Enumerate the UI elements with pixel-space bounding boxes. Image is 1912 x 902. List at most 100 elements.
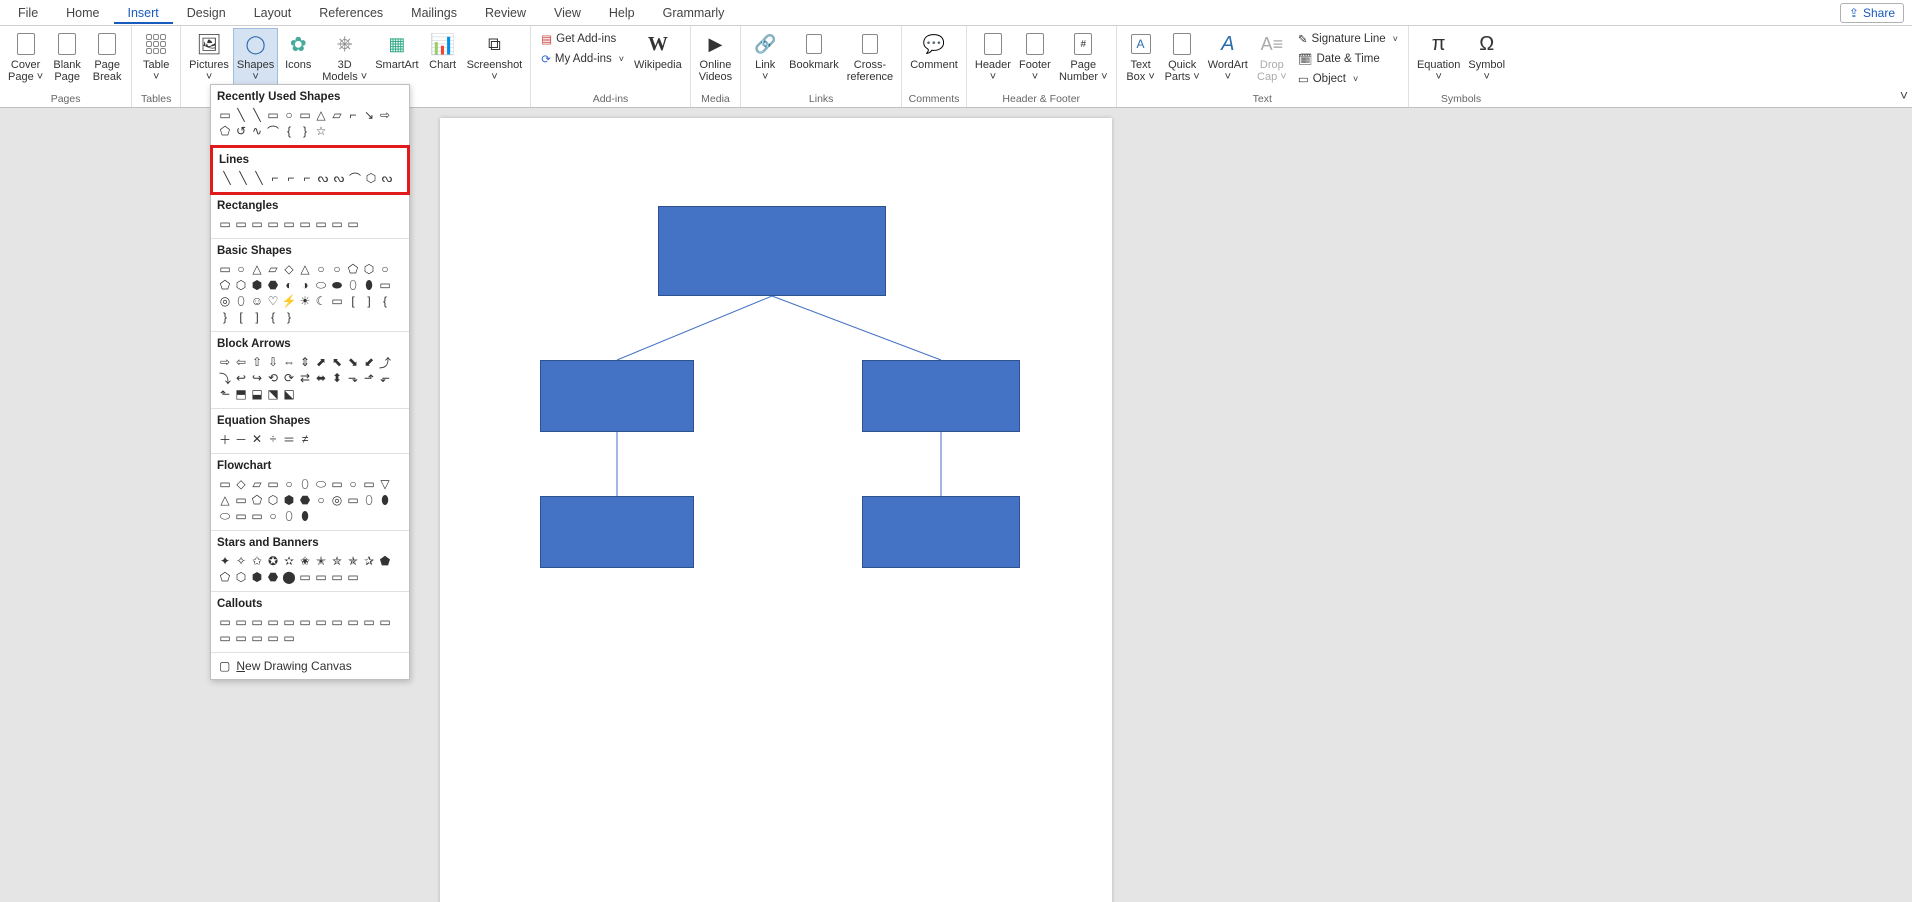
new-drawing-canvas-button[interactable]: ▢ New Drawing Canvas: [211, 653, 409, 679]
shape-option[interactable]: ▭: [233, 492, 249, 508]
shape-option[interactable]: ⬐: [377, 370, 393, 386]
shape-option[interactable]: ▭: [345, 614, 361, 630]
shape-option[interactable]: ⇧: [249, 354, 265, 370]
shape-option[interactable]: ☾: [313, 293, 329, 309]
drop-cap-button[interactable]: A≡Drop Cap ˅: [1252, 28, 1292, 85]
shape-option[interactable]: ⬠: [217, 277, 233, 293]
shape-rectangle[interactable]: [862, 360, 1020, 432]
tab-layout[interactable]: Layout: [240, 2, 306, 24]
shape-option[interactable]: ▱: [265, 261, 281, 277]
shape-option[interactable]: ⬔: [265, 386, 281, 402]
shape-option[interactable]: ⬮: [377, 492, 393, 508]
shape-option[interactable]: ▭: [233, 508, 249, 524]
shape-option[interactable]: ♡: [265, 293, 281, 309]
shape-option[interactable]: ⬤: [281, 569, 297, 585]
tab-grammarly[interactable]: Grammarly: [649, 2, 739, 24]
shape-option[interactable]: ⬕: [281, 386, 297, 402]
shape-option[interactable]: ⬭: [313, 476, 329, 492]
share-button[interactable]: ⇪ Share: [1840, 3, 1904, 23]
tab-view[interactable]: View: [540, 2, 595, 24]
shape-option[interactable]: ✫: [281, 553, 297, 569]
shape-option[interactable]: ]: [361, 293, 377, 309]
shape-option[interactable]: ▭: [281, 614, 297, 630]
shape-option[interactable]: ▽: [377, 476, 393, 492]
shape-option[interactable]: ▭: [265, 216, 281, 232]
shape-option[interactable]: ∿: [249, 123, 265, 139]
shape-option[interactable]: ▭: [281, 630, 297, 646]
shape-option[interactable]: ▭: [233, 216, 249, 232]
header-button[interactable]: Header ˅: [971, 28, 1015, 85]
shape-option[interactable]: ⬍: [329, 370, 345, 386]
tab-references[interactable]: References: [305, 2, 397, 24]
shape-option[interactable]: ⬈: [313, 354, 329, 370]
shape-option[interactable]: ⇔: [281, 354, 297, 370]
shape-option[interactable]: ▭: [313, 216, 329, 232]
shape-option[interactable]: ÷: [265, 431, 281, 447]
shape-rectangle[interactable]: [540, 496, 694, 568]
object-button[interactable]: ▭Object˅: [1292, 70, 1404, 88]
shape-option[interactable]: {: [377, 293, 393, 309]
shape-option[interactable]: ○: [345, 476, 361, 492]
comment-button[interactable]: 💬Comment: [906, 28, 962, 73]
shape-option[interactable]: ▭: [233, 630, 249, 646]
shape-option[interactable]: ⬢: [249, 277, 265, 293]
shape-option[interactable]: ▱: [249, 476, 265, 492]
shape-option[interactable]: ↩: [233, 370, 249, 386]
shape-option[interactable]: ᔓ: [379, 170, 395, 186]
shape-option[interactable]: ▭: [217, 107, 233, 123]
shape-option[interactable]: ▭: [249, 508, 265, 524]
page-canvas[interactable]: [440, 118, 1112, 902]
shape-option[interactable]: ⤵: [217, 370, 233, 386]
my-addins-button[interactable]: ⟳My Add-ins˅: [535, 50, 630, 68]
symbol-button[interactable]: ΩSymbol ˅: [1464, 28, 1509, 85]
shape-option[interactable]: ⬢: [249, 569, 265, 585]
shape-option[interactable]: ⌒: [265, 123, 281, 139]
shape-option[interactable]: ⇦: [233, 354, 249, 370]
shape-option[interactable]: ▭: [345, 216, 361, 232]
shape-option[interactable]: ⬣: [265, 277, 281, 293]
shape-option[interactable]: ▭: [217, 476, 233, 492]
shape-option[interactable]: ↘: [361, 107, 377, 123]
shape-option[interactable]: ⬏: [361, 370, 377, 386]
shape-option[interactable]: ⬠: [217, 569, 233, 585]
shape-option[interactable]: ╲: [219, 170, 235, 186]
shape-option[interactable]: ▭: [345, 569, 361, 585]
shape-option[interactable]: ▭: [361, 476, 377, 492]
shape-option[interactable]: ✭: [313, 553, 329, 569]
shape-option[interactable]: ○: [329, 261, 345, 277]
shapes-button[interactable]: ◯Shapes ˅: [233, 28, 278, 85]
shape-option[interactable]: ⬒: [233, 386, 249, 402]
online-videos-button[interactable]: ▶Online Videos: [695, 28, 736, 85]
shape-option[interactable]: ⬠: [345, 261, 361, 277]
shape-option[interactable]: ⇨: [217, 354, 233, 370]
shape-option[interactable]: ▭: [329, 216, 345, 232]
shape-option[interactable]: ⬬: [329, 277, 345, 293]
shape-option[interactable]: △: [297, 261, 313, 277]
shape-option[interactable]: ◑: [297, 277, 313, 293]
shape-option[interactable]: ▭: [217, 630, 233, 646]
shape-option[interactable]: ✦: [217, 553, 233, 569]
connector-line[interactable]: [617, 296, 772, 360]
shape-option[interactable]: ✮: [329, 553, 345, 569]
shape-option[interactable]: ⬭: [313, 277, 329, 293]
shape-option[interactable]: ▭: [297, 614, 313, 630]
cross-reference-button[interactable]: Cross- reference: [843, 28, 897, 85]
shape-option[interactable]: ▭: [217, 614, 233, 630]
wikipedia-button[interactable]: WWikipedia: [630, 28, 686, 73]
shape-option[interactable]: ╲: [251, 170, 267, 186]
shape-option[interactable]: ⬡: [363, 170, 379, 186]
shape-option[interactable]: ⬯: [361, 492, 377, 508]
shape-option[interactable]: ⟲: [265, 370, 281, 386]
tab-mailings[interactable]: Mailings: [397, 2, 471, 24]
quick-parts-button[interactable]: Quick Parts ˅: [1161, 28, 1204, 85]
shape-option[interactable]: ✪: [265, 553, 281, 569]
shape-option[interactable]: }: [281, 309, 297, 325]
shape-option[interactable]: ⇩: [265, 354, 281, 370]
shape-option[interactable]: ⚡: [281, 293, 297, 309]
shape-option[interactable]: ⬟: [377, 553, 393, 569]
shape-option[interactable]: ⬑: [217, 386, 233, 402]
shape-option[interactable]: △: [249, 261, 265, 277]
shape-option[interactable]: △: [217, 492, 233, 508]
shape-option[interactable]: ]: [249, 309, 265, 325]
shape-option[interactable]: ○: [313, 492, 329, 508]
